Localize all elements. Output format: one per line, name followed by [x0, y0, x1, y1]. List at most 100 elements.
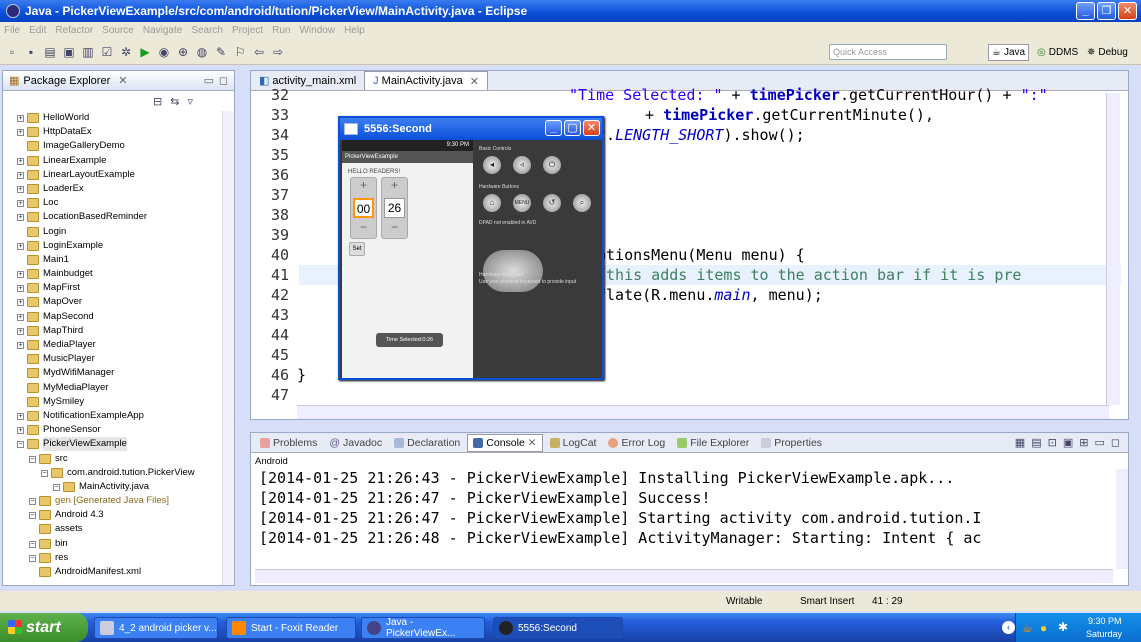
- minute-spinner[interactable]: + 26 −: [381, 177, 408, 239]
- expand-icon[interactable]: +: [17, 342, 24, 349]
- new-class-icon[interactable]: ⊕: [175, 44, 191, 60]
- back-icon[interactable]: ↺: [543, 194, 561, 212]
- maximize-button[interactable]: ❐: [1097, 2, 1116, 20]
- ddms-perspective-button[interactable]: ◎ DDMS: [1034, 44, 1081, 61]
- save-icon[interactable]: ▪: [23, 44, 39, 60]
- tree-item[interactable]: − PickerViewExample: [3, 437, 223, 452]
- editor-horizontal-scrollbar[interactable]: [297, 405, 1109, 419]
- menu-window[interactable]: Window: [299, 25, 335, 36]
- close-tab-icon[interactable]: ✕: [528, 437, 537, 449]
- emulator-window[interactable]: 5556:Second _ ▢ ✕ 9:30 PM PickerViewExam…: [338, 116, 604, 380]
- maximize-view-icon[interactable]: ◻: [1111, 436, 1120, 449]
- tree-item[interactable]: + NotificationExampleApp: [3, 409, 223, 423]
- emulator-title-bar[interactable]: 5556:Second _ ▢ ✕: [340, 118, 602, 140]
- expand-icon[interactable]: −: [41, 469, 48, 477]
- tree-item[interactable]: assets: [3, 522, 223, 536]
- tree-item[interactable]: + MapThird: [3, 324, 223, 338]
- expand-icon[interactable]: −: [29, 512, 36, 520]
- tab-logcat[interactable]: LogCat: [545, 435, 602, 451]
- tab-console[interactable]: Console ✕: [467, 433, 543, 452]
- maximize-view-icon[interactable]: ◻: [219, 74, 228, 87]
- expand-icon[interactable]: +: [17, 214, 24, 222]
- expand-icon[interactable]: −: [53, 483, 60, 491]
- volume-up-icon[interactable]: ◃: [513, 156, 531, 174]
- menu-button[interactable]: MENU: [513, 194, 531, 212]
- menu-run[interactable]: Run: [272, 25, 290, 36]
- tree-item[interactable]: + MapFirst: [3, 281, 223, 295]
- display-console-icon[interactable]: ▣: [1063, 436, 1073, 449]
- debug-perspective-button[interactable]: ✵ Debug: [1084, 44, 1131, 61]
- minimize-view-icon[interactable]: ▭: [1094, 436, 1104, 449]
- tab-properties[interactable]: Properties: [756, 435, 827, 451]
- expand-icon[interactable]: +: [17, 115, 24, 122]
- tree-item[interactable]: + Mainbudget: [3, 267, 223, 281]
- sdk-manager-icon[interactable]: ▣: [61, 44, 77, 60]
- print-icon[interactable]: ▤: [42, 44, 58, 60]
- tree-item[interactable]: + HelloWorld: [3, 111, 223, 125]
- back-icon[interactable]: ⇦: [251, 44, 267, 60]
- hour-value[interactable]: 00: [353, 198, 374, 218]
- tree-item[interactable]: + MediaPlayer: [3, 338, 223, 352]
- tree-item[interactable]: + Loc: [3, 196, 223, 210]
- expand-icon[interactable]: +: [17, 327, 24, 335]
- package-explorer-tab[interactable]: ▦ Package Explorer ✕ ▭ ◻: [3, 71, 234, 91]
- emulator-close-button[interactable]: ✕: [583, 120, 600, 136]
- expand-icon[interactable]: +: [17, 285, 24, 293]
- tab-main-activity-java[interactable]: J MainActivity.java ✕: [364, 71, 488, 90]
- tree-item[interactable]: ImageGalleryDemo: [3, 139, 223, 153]
- tray-arrow-icon[interactable]: ‹: [1002, 621, 1015, 634]
- set-button[interactable]: Set: [349, 242, 365, 256]
- expand-icon[interactable]: −: [29, 455, 36, 463]
- tree-item[interactable]: − bin: [3, 537, 223, 551]
- expand-icon[interactable]: +: [17, 157, 24, 165]
- expand-icon[interactable]: +: [17, 271, 24, 279]
- taskbar-item-foxit[interactable]: Start - Foxit Reader: [226, 617, 356, 639]
- search-icon[interactable]: ⌕: [573, 194, 591, 212]
- tree-item[interactable]: MusicPlayer: [3, 352, 223, 366]
- network-tray-icon[interactable]: ✱: [1058, 620, 1068, 634]
- forward-icon[interactable]: ⇨: [270, 44, 286, 60]
- search-icon[interactable]: ✎: [213, 44, 229, 60]
- pin-console-icon[interactable]: ⊡: [1048, 436, 1057, 449]
- hour-spinner[interactable]: + 00 −: [350, 177, 377, 239]
- tree-item[interactable]: + MapSecond: [3, 310, 223, 324]
- external-tools-icon[interactable]: ◉: [156, 44, 172, 60]
- tree-item[interactable]: Login: [3, 225, 223, 239]
- open-type-icon[interactable]: ◍: [194, 44, 210, 60]
- expand-icon[interactable]: +: [17, 427, 24, 435]
- volume-down-icon[interactable]: ◂: [483, 156, 501, 174]
- menu-help[interactable]: Help: [344, 25, 365, 36]
- tree-item[interactable]: + LocationBasedReminder: [3, 210, 223, 224]
- scroll-lock-icon[interactable]: ▤: [1031, 436, 1041, 449]
- expand-icon[interactable]: −: [29, 498, 36, 506]
- menu-refactor[interactable]: Refactor: [55, 25, 93, 36]
- avd-manager-icon[interactable]: ▥: [80, 44, 96, 60]
- tab-error-log[interactable]: Error Log: [603, 435, 670, 451]
- close-button[interactable]: ✕: [1118, 2, 1137, 20]
- tree-item[interactable]: + HttpDataEx: [3, 125, 223, 139]
- editor-vertical-scrollbar[interactable]: [1106, 93, 1120, 405]
- tree-item[interactable]: − com.android.tution.PickerView: [3, 466, 223, 480]
- tree-item[interactable]: + LoaderEx: [3, 182, 223, 196]
- console-vertical-scrollbar[interactable]: [1116, 469, 1128, 569]
- package-explorer-scrollbar[interactable]: [222, 111, 234, 585]
- tree-item[interactable]: + LinearExample: [3, 154, 223, 168]
- view-menu-icon[interactable]: ▿: [187, 95, 193, 108]
- expand-icon[interactable]: −: [29, 554, 36, 562]
- expand-icon[interactable]: +: [17, 412, 24, 420]
- expand-icon[interactable]: +: [17, 185, 24, 193]
- minute-value[interactable]: 26: [384, 198, 405, 218]
- tree-item[interactable]: − Android 4.3: [3, 508, 223, 522]
- emulator-minimize-button[interactable]: _: [545, 120, 562, 136]
- home-icon[interactable]: ⌂: [483, 194, 501, 212]
- tree-item[interactable]: + LinearLayoutExample: [3, 168, 223, 182]
- java-perspective-button[interactable]: ☕ Java: [988, 44, 1030, 61]
- quick-access-input[interactable]: Quick Access: [829, 44, 947, 60]
- run-icon[interactable]: ▶: [137, 44, 153, 60]
- minute-decrement-button[interactable]: −: [382, 220, 407, 234]
- tree-item[interactable]: + MapOver: [3, 295, 223, 309]
- console-horizontal-scrollbar[interactable]: [255, 569, 1113, 583]
- tree-item[interactable]: MydWifiManager: [3, 366, 223, 380]
- tree-item[interactable]: AndroidManifest.xml: [3, 565, 223, 579]
- expand-icon[interactable]: +: [17, 242, 24, 250]
